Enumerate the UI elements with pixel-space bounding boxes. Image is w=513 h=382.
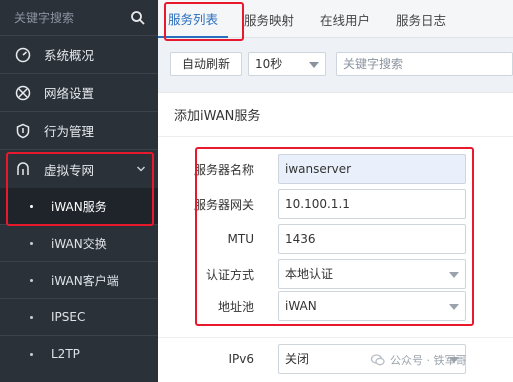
server-name-input[interactable]: iwanserver	[278, 154, 466, 184]
bullet-icon	[30, 278, 33, 282]
bullet-icon	[30, 204, 33, 208]
mtu-input[interactable]: 1436	[278, 224, 466, 254]
bullet-icon	[30, 352, 33, 356]
tab-service-mapping[interactable]: 服务映射	[234, 0, 304, 38]
sidebar-item-label: 行为管理	[44, 124, 95, 139]
toolbar-search-input[interactable]: 关键字搜索	[336, 52, 513, 76]
form-row-address-pool: 地址池 iWAN	[158, 291, 513, 321]
sidebar-search-input[interactable]: 关键字搜索	[14, 9, 130, 26]
form-row-server-name: 服务器名称 iwanserver	[158, 154, 513, 184]
sidebar-item-label: 网络设置	[44, 86, 95, 101]
sidebar-subitem-iwan-client[interactable]: iWAN客户端	[0, 262, 158, 298]
caret-down-icon	[309, 62, 319, 68]
tab-online-users[interactable]: 在线用户	[310, 0, 380, 38]
field-label: 地址池	[217, 299, 254, 314]
gauge-icon	[14, 46, 32, 64]
sidebar-subitem-label: iWAN客户端	[51, 273, 119, 288]
sidebar-subitem-label: L2TP	[51, 347, 80, 361]
sidebar-subitem-iwan-exchange[interactable]: iWAN交换	[0, 225, 158, 261]
address-pool-value: iWAN	[285, 299, 317, 313]
tab-service-log[interactable]: 服务日志	[386, 0, 456, 38]
wechat-icon	[370, 352, 386, 368]
ipv6-value: 关闭	[285, 352, 310, 366]
refresh-interval-select[interactable]: 10秒	[248, 52, 326, 76]
dialog-title: 添加iWAN服务	[158, 93, 513, 137]
refresh-interval-value: 10秒	[255, 57, 283, 71]
sidebar-item-network-settings[interactable]: 网络设置	[0, 74, 158, 112]
sidebar-subitem-ipsec[interactable]: IPSEC	[0, 299, 158, 335]
shield-icon	[14, 122, 32, 140]
form-row-auth-method: 认证方式 本地认证	[158, 259, 513, 289]
add-iwan-service-dialog: 添加iWAN服务 服务器名称 iwanserver 服务器网关 10.100.1…	[158, 92, 513, 382]
server-gateway-input[interactable]: 10.100.1.1	[278, 189, 466, 219]
address-pool-select[interactable]: iWAN	[278, 291, 466, 321]
form-row-mtu: MTU 1436	[158, 224, 513, 254]
sidebar-item-label: 虚拟专网	[44, 162, 95, 178]
field-label: 认证方式	[205, 267, 254, 282]
sidebar: 关键字搜索 系统概况 网络设置 行为管理 虚拟专网 iWAN服务 iWAN交换 …	[0, 0, 158, 382]
sidebar-search[interactable]: 关键字搜索	[0, 0, 158, 36]
sidebar-subitem-label: IPSEC	[51, 310, 86, 324]
field-label: MTU	[227, 232, 254, 246]
chevron-down-icon	[136, 164, 146, 174]
caret-down-icon	[449, 304, 459, 310]
bullet-icon	[30, 315, 33, 319]
sidebar-subitem-l2tp[interactable]: L2TP	[0, 336, 158, 372]
network-icon	[14, 84, 32, 102]
auth-method-select[interactable]: 本地认证	[278, 259, 466, 289]
watermark-text: 公众号 · 铁军哥	[390, 354, 467, 367]
field-label: 服务器网关	[193, 197, 254, 212]
auth-method-value: 本地认证	[285, 267, 334, 281]
search-icon[interactable]	[130, 10, 146, 26]
sidebar-subitem-iwan-service[interactable]: iWAN服务	[0, 188, 158, 224]
sidebar-item-system-overview[interactable]: 系统概况	[0, 36, 158, 74]
tunnel-icon	[14, 160, 32, 178]
tab-bar: 服务列表 服务映射 在线用户 服务日志	[158, 0, 513, 38]
watermark: 公众号 · 铁军哥	[370, 348, 467, 372]
auto-refresh-button[interactable]: 自动刷新	[170, 52, 242, 76]
toolbar: 自动刷新 10秒 关键字搜索	[158, 38, 513, 88]
sidebar-item-vpn[interactable]: 虚拟专网	[0, 150, 158, 188]
caret-down-icon	[449, 272, 459, 278]
sidebar-item-label: 系统概况	[44, 48, 95, 63]
sidebar-subitem-label: iWAN服务	[51, 199, 107, 214]
sidebar-item-behavior-management[interactable]: 行为管理	[0, 112, 158, 150]
field-label: 服务器名称	[193, 162, 254, 177]
tab-service-list[interactable]: 服务列表	[158, 0, 229, 38]
form-row-server-gateway: 服务器网关 10.100.1.1	[158, 189, 513, 219]
sidebar-subitem-label: iWAN交换	[51, 236, 107, 251]
field-label: IPv6	[228, 352, 254, 366]
divider	[158, 337, 513, 338]
bullet-icon	[30, 241, 33, 245]
